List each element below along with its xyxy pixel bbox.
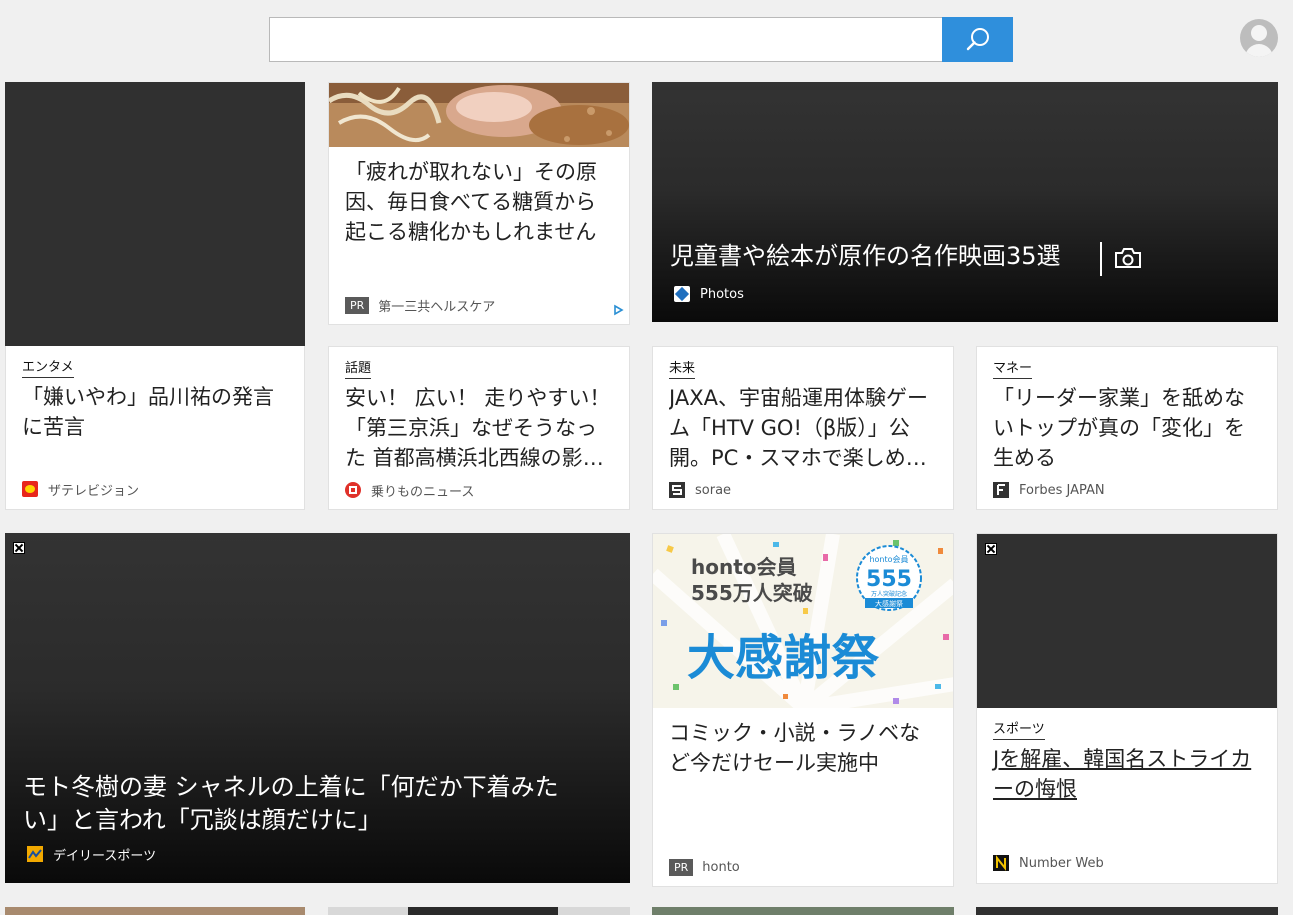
search-input[interactable]	[269, 17, 943, 62]
news-card-mirai[interactable]: 未来 JAXA、宇宙船運用体験ゲーム「HTV GO!（β版）」公開。PC・スマホ…	[652, 346, 954, 510]
number-web-icon	[993, 855, 1009, 871]
daily-sports-icon	[27, 846, 43, 862]
hero-card-moto[interactable]: モト冬樹の妻 シャネルの上着に「何だか下着みたい」と言われ「冗談は顔だけに」 デ…	[5, 533, 630, 883]
partial-card-image[interactable]	[652, 907, 954, 915]
source-label: honto	[702, 859, 740, 875]
card-source: Forbes JAPAN	[993, 481, 1105, 499]
news-card-entame[interactable]: エンタメ 「嫌いやわ」品川祐の発言に苦言 ザテレビジョン	[5, 346, 305, 510]
news-card-money[interactable]: マネー 「リーダー家業」を舐めないトップが真の「変化」を生める Forbes J…	[976, 346, 1278, 510]
card-source: sorae	[669, 481, 731, 499]
category-label[interactable]: マネー	[993, 360, 1033, 379]
source-label: ザテレビジョン	[48, 483, 140, 499]
category-label[interactable]: エンタメ	[22, 359, 74, 378]
svg-text:555: 555	[866, 567, 912, 592]
source-label: Forbes JAPAN	[1019, 482, 1105, 498]
photos-icon	[674, 286, 690, 302]
title-divider	[1100, 242, 1102, 276]
source-label: デイリースポーツ	[53, 848, 157, 864]
sports-image	[977, 534, 1277, 708]
card-source: PR honto	[669, 858, 740, 876]
card-source: 乗りものニュース	[345, 481, 475, 500]
sorae-icon	[669, 482, 685, 498]
source-label: 乗りものニュース	[371, 484, 475, 500]
card-title[interactable]: JAXA、宇宙船運用体験ゲーム「HTV GO!（β版）」公開。PC・スマホで楽し…	[669, 383, 939, 473]
source-label: Number Web	[1019, 855, 1104, 871]
svg-text:大感謝祭: 大感謝祭	[875, 599, 903, 608]
forbes-icon	[993, 482, 1009, 498]
svg-text:万人突破記念: 万人突破記念	[871, 590, 907, 598]
card-source: Photos	[674, 285, 744, 303]
search-icon	[966, 27, 989, 50]
partial-card-image[interactable]	[328, 907, 630, 915]
category-label[interactable]: 未来	[669, 360, 696, 379]
card-source: ザテレビジョン	[22, 480, 140, 499]
category-label[interactable]: スポーツ	[993, 721, 1045, 740]
news-card-sports[interactable]: スポーツ Jを解雇、韓国名ストライカーの悔恨 Number Web	[976, 533, 1278, 884]
banner-line2: 555万人突破	[691, 581, 813, 605]
ramen-image	[329, 83, 629, 147]
card-source: Number Web	[993, 854, 1104, 872]
card-source: PR 第一三共ヘルスケア	[345, 296, 496, 315]
pr-badge: PR	[669, 858, 694, 876]
card-title[interactable]: モト冬樹の妻 シャネルの上着に「何だか下着みたい」と言われ「冗談は顔だけに」	[23, 771, 583, 837]
entame-image[interactable]	[5, 82, 305, 346]
user-avatar-icon[interactable]	[1240, 19, 1278, 57]
card-source: デイリースポーツ	[27, 845, 157, 864]
close-icon[interactable]	[985, 543, 997, 555]
source-label: 第一三共ヘルスケア	[378, 299, 496, 315]
card-title[interactable]: 「嫌いやわ」品川祐の発言に苦言	[22, 382, 288, 442]
card-title[interactable]: コミック・小説・ラノベなど今だけセール実施中	[669, 718, 935, 778]
news-card-wadai[interactable]: 話題 安い！ 広い！ 走りやすい！「第三京浜」なぜそうなった 首都高横浜北西線の…	[328, 346, 630, 510]
category-label[interactable]: 話題	[345, 360, 372, 379]
camera-icon	[1115, 248, 1141, 268]
search-button[interactable]	[942, 17, 1013, 62]
ad-card-glycation[interactable]: 「疲れが取れない」その原因、毎日食べてる糖質から起こる糖化かもしれません PR …	[328, 82, 630, 325]
banner-big: 大感謝祭	[687, 630, 880, 686]
hero-card-films[interactable]: 児童書や絵本が原作の名作映画35選 Photos	[652, 82, 1278, 322]
pr-badge: PR	[345, 296, 370, 314]
banner-line1: honto会員	[691, 555, 797, 579]
ad-card-honto[interactable]: honto会員 555万人突破 大感謝祭 honto会員 555 万人突破記念 …	[652, 533, 954, 887]
card-title[interactable]: 「疲れが取れない」その原因、毎日食べてる糖質から起こる糖化かもしれません	[345, 157, 615, 247]
source-label: sorae	[695, 482, 732, 498]
card-title[interactable]: 児童書や絵本が原作の名作映画35選	[670, 240, 1061, 272]
norimono-news-icon	[345, 482, 361, 498]
card-title[interactable]: 「リーダー家業」を舐めないトップが真の「変化」を生める	[993, 383, 1259, 473]
card-title[interactable]: Jを解雇、韓国名ストライカーの悔恨	[993, 744, 1259, 804]
source-label: Photos	[700, 286, 744, 302]
svg-text:honto会員: honto会員	[869, 554, 908, 564]
the-television-icon	[22, 481, 38, 497]
anniversary-badge-icon: honto会員 555 万人突破記念 大感謝祭	[856, 545, 922, 611]
honto-banner-image: honto会員 555万人突破 大感謝祭 honto会員 555 万人突破記念 …	[653, 534, 953, 708]
card-title[interactable]: 安い！ 広い！ 走りやすい！「第三京浜」なぜそうなった 首都高横浜北西線の影響…	[345, 383, 615, 473]
close-icon[interactable]	[13, 542, 25, 554]
partial-card-image[interactable]	[976, 907, 1278, 915]
adchoices-icon[interactable]	[612, 304, 624, 316]
partial-card-image[interactable]	[5, 907, 305, 915]
